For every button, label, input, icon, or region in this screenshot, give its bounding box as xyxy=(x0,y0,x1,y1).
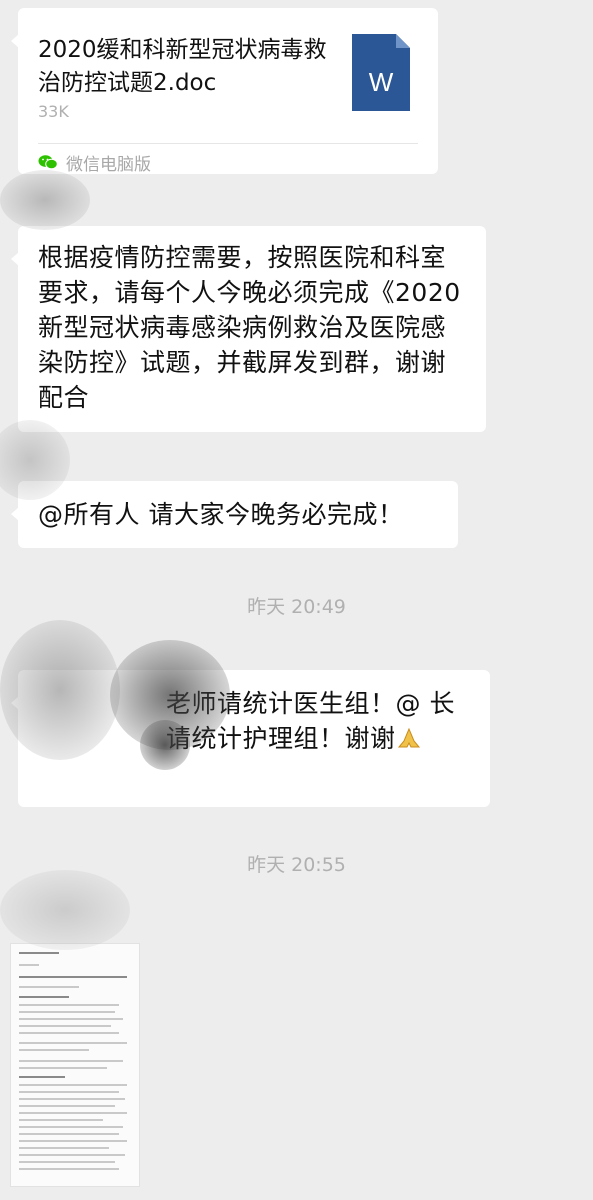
redaction-smudge xyxy=(0,170,90,230)
file-size: 33K xyxy=(38,102,69,121)
mention-message-text: @所有人 请大家今晚务必完成！ xyxy=(38,500,404,529)
notice-message-text: 根据疫情防控需要，按照医院和科室要求，请每个人今晚必须完成《2020新型冠状病毒… xyxy=(38,243,461,412)
request-message[interactable]: 老师请统计医生组！@ 长请统计护理组！谢谢 xyxy=(11,670,490,807)
file-source: 微信电脑版 xyxy=(38,149,151,175)
redaction-smudge xyxy=(0,870,130,950)
word-document-icon: W xyxy=(352,34,410,111)
file-message[interactable]: 2020缓和科新型冠状病毒救治防控试题2.doc 33K W 微信电脑版 xyxy=(11,8,438,175)
timestamp: 昨天 20:49 xyxy=(247,596,346,618)
wechat-icon xyxy=(38,155,58,170)
praying-hands-emoji-icon xyxy=(397,727,420,748)
image-message[interactable] xyxy=(10,943,140,1187)
file-name: 2020缓和科新型冠状病毒救治防控试题2.doc xyxy=(38,37,327,96)
timestamp: 昨天 20:55 xyxy=(247,854,346,876)
file-icon-letter: W xyxy=(369,67,394,97)
file-source-label: 微信电脑版 xyxy=(66,154,151,175)
notice-message[interactable]: 根据疫情防控需要，按照医院和科室要求，请每个人今晚必须完成《2020新型冠状病毒… xyxy=(11,226,486,432)
mention-message[interactable]: @所有人 请大家今晚务必完成！ xyxy=(11,481,458,548)
card-divider xyxy=(38,143,418,144)
